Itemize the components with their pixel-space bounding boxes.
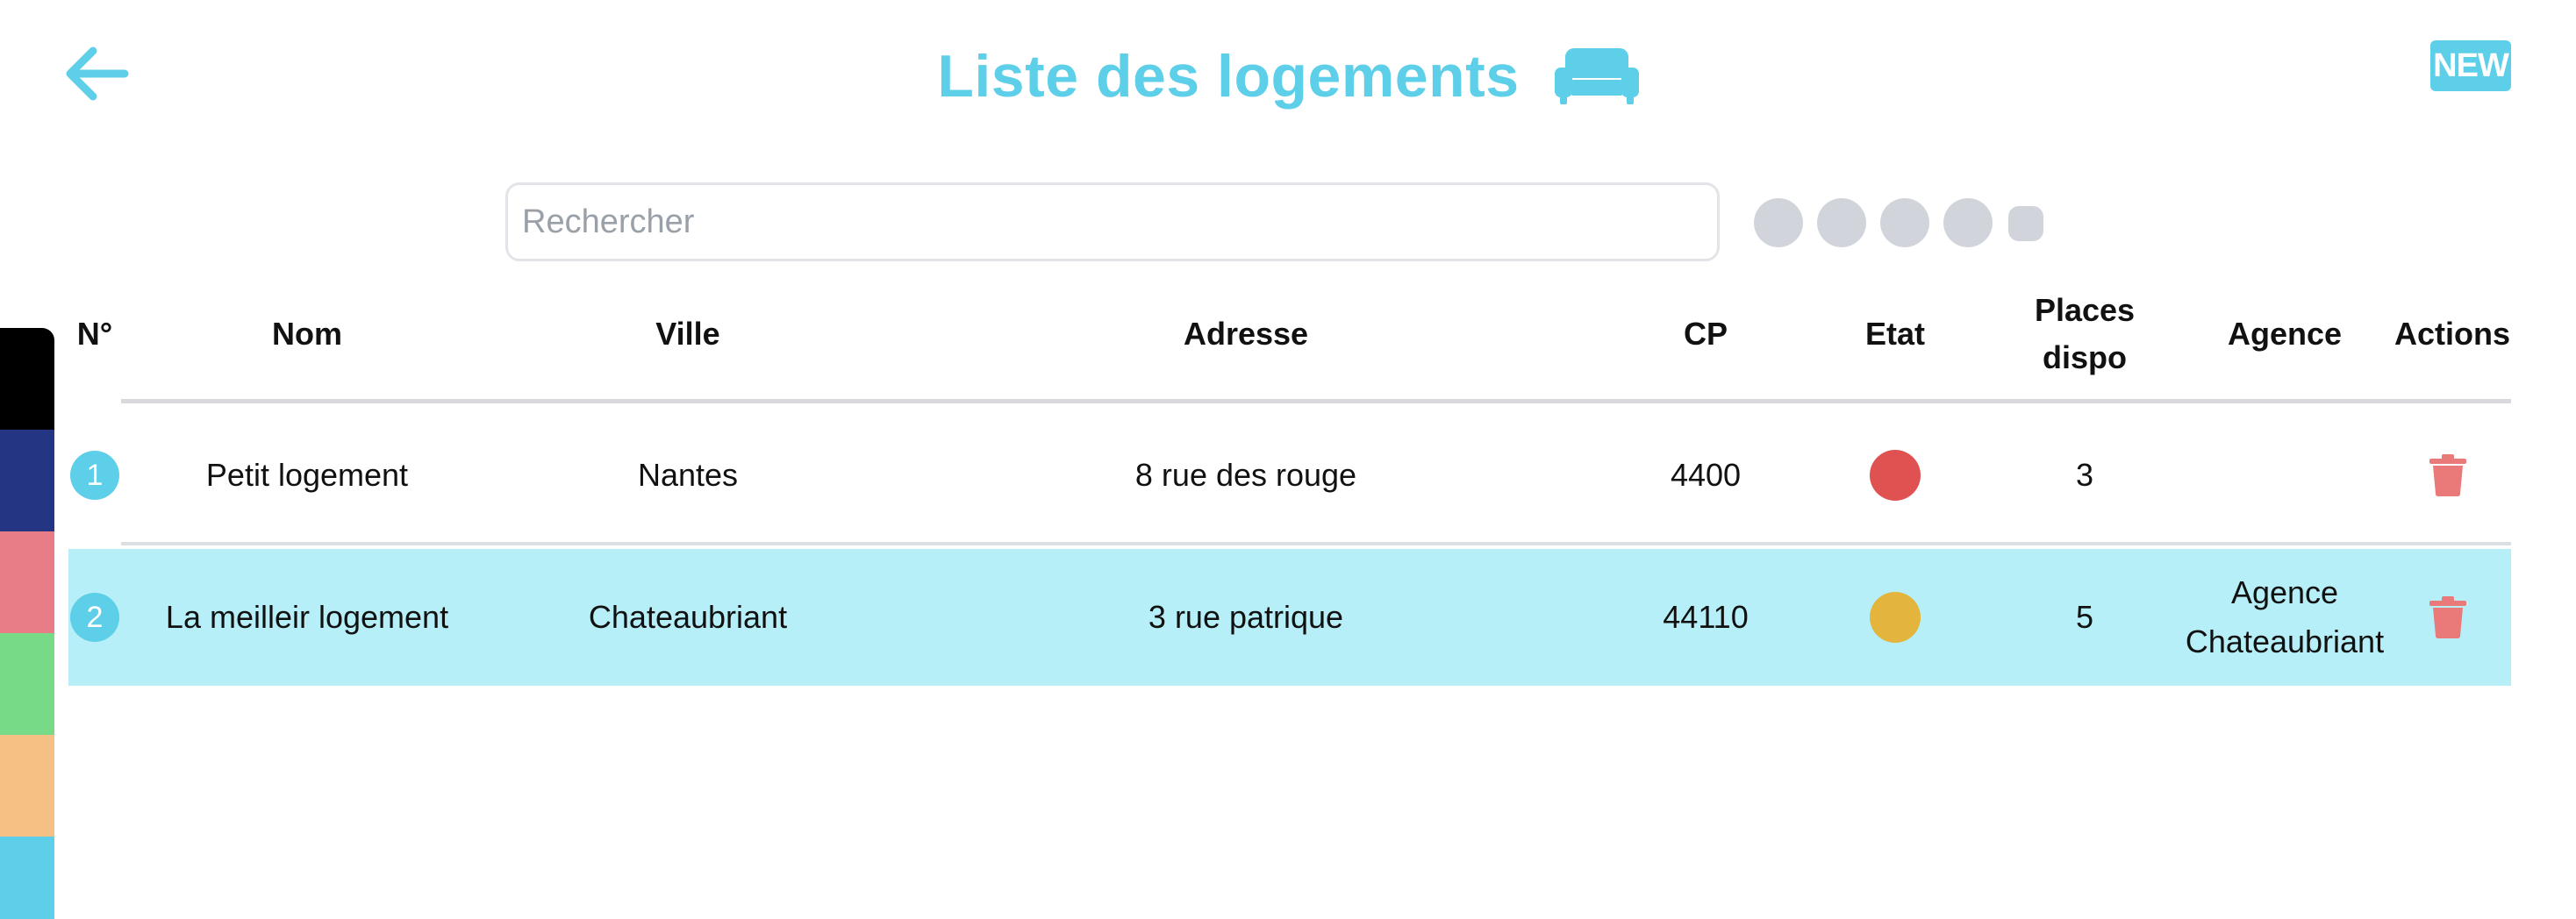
side-color-cyan[interactable] [0,837,54,919]
column-header-nom: Nom [272,316,342,352]
side-color-pink[interactable] [0,531,54,633]
header-divider [121,399,2511,403]
cell-agence-line1: Agence [2230,574,2339,610]
side-color-black[interactable] [0,328,54,430]
filter-dot-4[interactable] [1943,198,1993,247]
side-color-navy[interactable] [0,430,54,531]
column-header-actions: Actions [2394,316,2510,352]
column-header-ville: Ville [655,316,720,352]
cell-agence-line2: Chateaubriant [2185,623,2385,659]
state-indicator-yellow [1870,592,1921,643]
cell-nom: La meilleir logement [165,599,449,635]
row-divider [121,542,2511,545]
cell-ville: Nantes [637,457,739,493]
column-header-places-line1: Places [2034,292,2136,328]
sofa-icon [1554,48,1639,104]
cell-adresse: 3 rue patrique [1148,599,1344,635]
cell-nom: Petit logement [205,457,409,493]
cell-cp: 4400 [1670,457,1742,493]
cell-adresse: 8 rue des rouge [1134,457,1357,493]
column-header-adresse: Adresse [1183,316,1309,352]
new-button[interactable]: NEW [2430,40,2511,91]
filter-dot-3[interactable] [1880,198,1929,247]
row-number-badge: 1 [70,451,119,500]
delete-trash-icon[interactable] [2429,596,2466,638]
column-header-etat: Etat [1864,316,1925,352]
cell-cp: 44110 [1663,599,1749,635]
page-title: Liste des logements [937,43,1520,110]
column-header-cp: CP [1683,316,1728,352]
search-input[interactable] [505,182,1720,261]
row-number-badge: 2 [70,593,119,642]
filter-dot-2[interactable] [1817,198,1866,247]
column-header-num: N° [76,316,113,352]
column-header-places-line2: dispo [2043,339,2127,375]
filter-dot-1[interactable] [1754,198,1803,247]
side-color-green[interactable] [0,633,54,735]
state-indicator-red [1870,450,1921,501]
cell-places: 5 [2075,599,2094,635]
side-color-orange[interactable] [0,735,54,837]
column-header-agence: Agence [2227,316,2343,352]
delete-trash-icon[interactable] [2429,454,2466,496]
filter-dot-5[interactable] [2008,206,2043,241]
cell-ville: Chateaubriant [588,599,788,635]
cell-places: 3 [2075,457,2094,493]
